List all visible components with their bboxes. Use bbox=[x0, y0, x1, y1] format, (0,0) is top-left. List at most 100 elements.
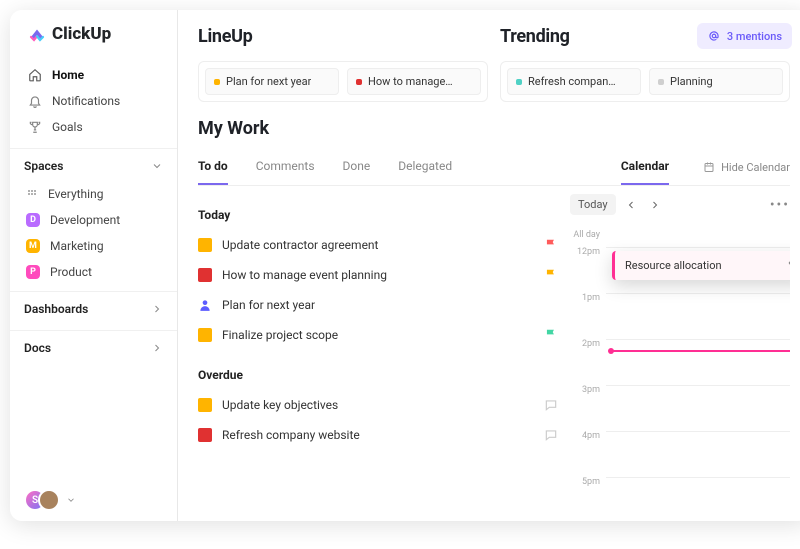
space-badge-d: D bbox=[26, 213, 40, 227]
time-slot[interactable] bbox=[606, 477, 790, 521]
home-icon bbox=[28, 68, 42, 82]
time-slot[interactable] bbox=[606, 385, 790, 431]
lineup-item-label: Plan for next year bbox=[226, 75, 311, 88]
allday-label: All day bbox=[570, 230, 606, 240]
nav-notifications[interactable]: Notifications bbox=[20, 88, 167, 114]
status-dot bbox=[214, 79, 220, 85]
status-dot bbox=[516, 79, 522, 85]
grid-icon bbox=[26, 188, 38, 200]
tab-calendar[interactable]: Calendar bbox=[621, 149, 669, 185]
hide-calendar-label: Hide Calendar bbox=[721, 161, 790, 174]
nav-home-label: Home bbox=[52, 68, 84, 82]
calendar-prev-button[interactable] bbox=[622, 196, 640, 214]
space-badge-m: M bbox=[26, 239, 40, 253]
task-name: Update contractor agreement bbox=[222, 238, 534, 252]
hide-calendar-button[interactable]: Hide Calendar bbox=[703, 161, 790, 174]
calendar-grid: All day 12pm 1pm 2pm 3pm 4pm 5pm Resourc… bbox=[570, 225, 790, 521]
tab-comments[interactable]: Comments bbox=[256, 149, 315, 185]
space-development[interactable]: D Development bbox=[10, 207, 177, 233]
status-dot bbox=[198, 238, 212, 252]
status-dot bbox=[198, 328, 212, 342]
space-development-label: Development bbox=[50, 213, 120, 227]
trending-item-label: Planning bbox=[670, 75, 713, 88]
now-indicator bbox=[612, 350, 790, 352]
time-slot[interactable] bbox=[606, 293, 790, 339]
trending-bar: Refresh compan… Planning bbox=[500, 61, 790, 102]
chevron-right-icon bbox=[151, 342, 163, 354]
trending-item[interactable]: Planning bbox=[649, 68, 783, 95]
event-title: Resource allocation bbox=[625, 259, 722, 272]
trending-item-label: Refresh compan… bbox=[528, 75, 616, 88]
nav-home[interactable]: Home bbox=[20, 62, 167, 88]
task-name: Refresh company website bbox=[222, 428, 534, 442]
task-row[interactable]: Update key objectives bbox=[198, 390, 558, 420]
at-icon bbox=[707, 29, 721, 43]
lineup-title: LineUp bbox=[198, 26, 488, 47]
brand-name: ClickUp bbox=[52, 24, 111, 44]
time-slot[interactable] bbox=[606, 339, 790, 385]
spaces-header-label: Spaces bbox=[24, 159, 63, 173]
group-today: Today bbox=[198, 208, 558, 222]
chevron-right-icon bbox=[151, 303, 163, 315]
bell-icon bbox=[28, 94, 42, 108]
trophy-icon bbox=[28, 120, 42, 134]
space-marketing-label: Marketing bbox=[50, 239, 104, 253]
calendar-today-button[interactable]: Today bbox=[570, 194, 616, 215]
calendar-next-button[interactable] bbox=[646, 196, 664, 214]
lineup-item[interactable]: How to manage… bbox=[347, 68, 481, 95]
dashboards-header[interactable]: Dashboards bbox=[10, 291, 177, 324]
task-name: Plan for next year bbox=[222, 298, 558, 312]
time-slot[interactable] bbox=[606, 431, 790, 477]
calendar-event[interactable]: Resource allocation bbox=[612, 251, 790, 280]
status-dot bbox=[198, 398, 212, 412]
trending-item[interactable]: Refresh compan… bbox=[507, 68, 641, 95]
tab-todo[interactable]: To do bbox=[198, 149, 228, 185]
calendar-icon bbox=[703, 161, 715, 173]
chat-icon[interactable] bbox=[544, 428, 558, 442]
mentions-label: 3 mentions bbox=[727, 30, 782, 43]
time-label: 1pm bbox=[570, 293, 606, 303]
spaces-header[interactable]: Spaces bbox=[10, 148, 177, 181]
status-dot bbox=[658, 79, 664, 85]
brand-logo[interactable]: ClickUp bbox=[10, 10, 177, 60]
nav-goals-label: Goals bbox=[52, 120, 83, 134]
lineup-item[interactable]: Plan for next year bbox=[205, 68, 339, 95]
time-label: 12pm bbox=[570, 247, 606, 257]
move-icon[interactable] bbox=[788, 257, 790, 269]
space-product[interactable]: P Product bbox=[10, 259, 177, 285]
chevron-down-icon bbox=[151, 160, 163, 172]
clickup-logo-icon bbox=[28, 25, 46, 43]
space-marketing[interactable]: M Marketing bbox=[10, 233, 177, 259]
chevron-down-icon bbox=[66, 495, 76, 505]
lineup-bar: Plan for next year How to manage… bbox=[198, 61, 488, 102]
task-row[interactable]: Refresh company website bbox=[198, 420, 558, 450]
space-everything-label: Everything bbox=[48, 187, 103, 201]
task-row[interactable]: How to manage event planning bbox=[198, 260, 558, 290]
mentions-button[interactable]: 3 mentions bbox=[697, 23, 792, 49]
calendar-more-button[interactable]: ••• bbox=[770, 197, 790, 213]
nav-goals[interactable]: Goals bbox=[20, 114, 167, 140]
space-badge-p: P bbox=[26, 265, 40, 279]
tasks-column: Today Update contractor agreement How to… bbox=[198, 186, 570, 521]
task-row[interactable]: Update contractor agreement bbox=[198, 230, 558, 260]
status-dot bbox=[198, 428, 212, 442]
docs-header[interactable]: Docs bbox=[10, 330, 177, 363]
person-icon bbox=[198, 298, 212, 312]
chat-icon[interactable] bbox=[544, 398, 558, 412]
task-name: Finalize project scope bbox=[222, 328, 534, 342]
lineup-item-label: How to manage… bbox=[368, 75, 453, 88]
task-row[interactable]: Finalize project scope bbox=[198, 320, 558, 350]
space-everything[interactable]: Everything bbox=[10, 181, 177, 207]
tab-delegated[interactable]: Delegated bbox=[398, 149, 452, 185]
flag-icon[interactable] bbox=[544, 328, 558, 342]
time-label: 2pm bbox=[570, 339, 606, 349]
task-row[interactable]: Plan for next year bbox=[198, 290, 558, 320]
sidebar-footer: S bbox=[10, 479, 177, 521]
avatar-stack[interactable]: S bbox=[24, 489, 60, 511]
tab-done[interactable]: Done bbox=[343, 149, 371, 185]
status-dot bbox=[356, 79, 362, 85]
task-name: How to manage event planning bbox=[222, 268, 534, 282]
flag-icon[interactable] bbox=[544, 238, 558, 252]
flag-icon[interactable] bbox=[544, 268, 558, 282]
avatar bbox=[38, 489, 60, 511]
